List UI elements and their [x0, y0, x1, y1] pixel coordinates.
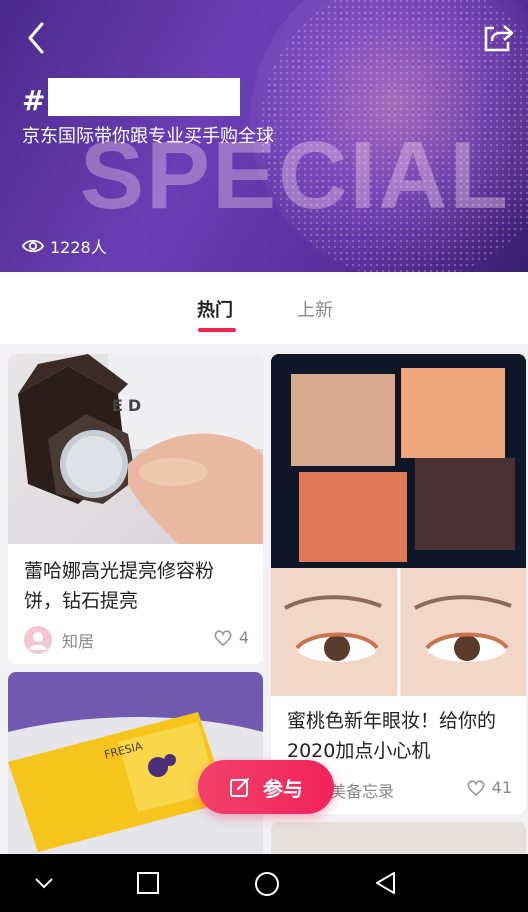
- eye-icon: [22, 239, 44, 253]
- topic-hash: #: [22, 84, 46, 117]
- participate-label: 参与: [263, 776, 303, 801]
- like-count[interactable]: 41: [466, 778, 512, 797]
- system-navigation-bar: [0, 854, 528, 912]
- topic-subtitle: 京东国际带你跟专业买手购全球: [22, 126, 274, 147]
- home-icon[interactable]: [254, 871, 280, 897]
- post-author[interactable]: 知居: [24, 626, 94, 654]
- back-nav-icon[interactable]: [374, 871, 398, 895]
- recents-icon[interactable]: [136, 871, 160, 895]
- like-count-text: 41: [491, 778, 512, 797]
- view-count: 1228人: [22, 234, 107, 258]
- post-title: 蜜桃色新年眼妆！给你的2020加点小心机: [287, 710, 497, 762]
- tab-new[interactable]: 上新: [297, 296, 333, 322]
- like-count[interactable]: 4: [213, 628, 249, 647]
- author-name: 知居: [62, 632, 95, 651]
- post-card[interactable]: ED 蕾哈娜高光提亮修容粉饼，钻石提亮 知居 4: [8, 354, 263, 664]
- chevron-left-icon: [28, 22, 44, 54]
- hide-keyboard-icon[interactable]: [32, 871, 56, 895]
- view-count-text: 1228人: [50, 238, 107, 257]
- avatar: [24, 626, 52, 654]
- image-text: ED: [112, 396, 147, 415]
- participate-button[interactable]: 参与: [198, 760, 334, 814]
- topic-banner: SPECIAL # 京东国际带你跟专业买手购全球 1228人: [0, 0, 528, 272]
- post-image-eyes: [271, 568, 526, 696]
- share-button[interactable]: [480, 20, 516, 56]
- tab-indicator: [198, 328, 236, 332]
- edit-icon: [230, 778, 249, 797]
- post-image: ED: [8, 354, 263, 544]
- post-title: 蕾哈娜高光提亮修容粉饼，钻石提亮: [24, 560, 215, 612]
- like-count-text: 4: [238, 628, 249, 647]
- back-button[interactable]: [22, 20, 52, 56]
- topic-title-redacted: [48, 78, 240, 116]
- tab-bar: 热门 上新: [0, 272, 528, 344]
- heart-icon: [467, 779, 485, 796]
- tab-hot[interactable]: 热门: [197, 296, 233, 322]
- post-image: [271, 354, 526, 568]
- heart-icon: [214, 629, 232, 646]
- share-icon: [484, 25, 514, 52]
- post-card[interactable]: 蜜桃色新年眼妆！给你的2020加点小心机 V的变美备忘录 41: [271, 354, 526, 814]
